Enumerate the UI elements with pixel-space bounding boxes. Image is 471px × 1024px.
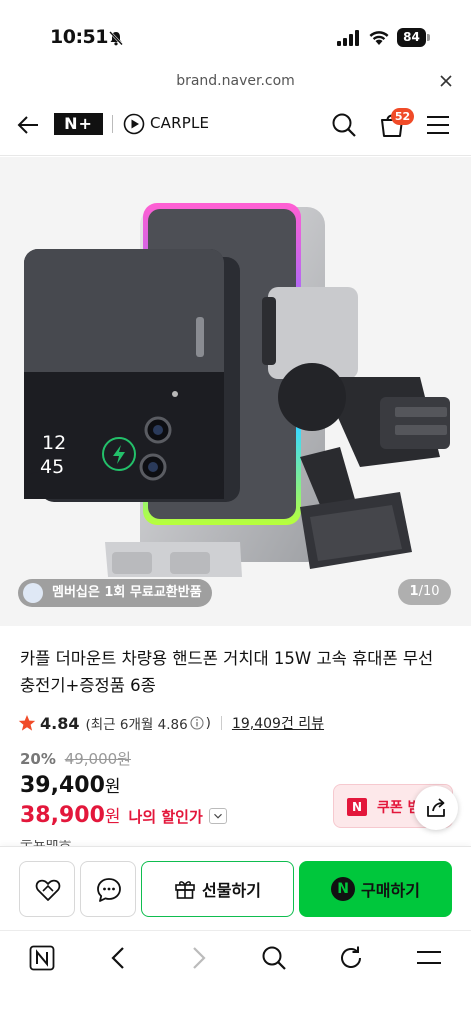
npay-icon: N	[331, 877, 356, 901]
battery-level: 84	[397, 28, 426, 47]
membership-badge: 멤버십은 1회 무료교환반품	[18, 579, 212, 607]
current-image-index: 1	[409, 584, 419, 599]
browser-search-icon[interactable]	[261, 945, 287, 971]
gift-icon	[175, 881, 195, 899]
membership-badge-icon	[23, 583, 43, 603]
star-icon	[18, 715, 36, 731]
gift-button[interactable]: 선물하기	[141, 861, 294, 917]
status-bar: 10:51 84	[0, 0, 471, 70]
header-divider	[112, 115, 113, 133]
menu-icon[interactable]	[426, 114, 450, 136]
purchase-action-bar: 선물하기 N 구매하기	[0, 846, 471, 930]
svg-text:12: 12	[42, 432, 66, 454]
status-time: 10:51	[50, 26, 108, 48]
buy-button[interactable]: N 구매하기	[299, 861, 452, 917]
membership-badge-text: 멤버십은 1회 무료교환반품	[52, 585, 202, 600]
url-text[interactable]: brand.naver.com	[0, 73, 471, 89]
bell-off-icon	[109, 31, 123, 46]
sale-price-currency: 원	[104, 777, 121, 797]
total-image-count: /10	[418, 584, 440, 599]
chat-icon	[97, 878, 121, 902]
my-price-value: 38,900	[20, 803, 105, 828]
close-icon[interactable]	[439, 74, 453, 88]
chevron-down-icon[interactable]	[208, 808, 227, 824]
svg-text:45: 45	[40, 456, 64, 478]
cart-count-badge: 52	[391, 108, 414, 125]
back-icon[interactable]	[16, 113, 40, 137]
share-icon	[427, 798, 445, 817]
cellular-signal-icon	[337, 30, 359, 46]
original-price: 49,000원	[64, 750, 131, 768]
sale-price: 39,400원	[20, 772, 121, 798]
brand-name[interactable]: CARPLE	[150, 114, 209, 132]
wishlist-button[interactable]	[19, 861, 75, 917]
product-title: 카플 더마운트 차량용 핸드폰 거치대 15W 고속 휴대폰 무선 충전기+증정…	[20, 649, 434, 695]
browser-back-icon[interactable]	[106, 945, 132, 971]
my-discount-price[interactable]: 38,900 원 나의 할인가	[20, 802, 227, 828]
naver-home-icon[interactable]	[29, 945, 55, 971]
rating-detail: (최근 6개월 4.86	[85, 717, 188, 733]
browser-toolbar	[0, 930, 471, 1024]
refresh-icon[interactable]	[338, 945, 364, 971]
info-icon[interactable]	[190, 716, 204, 730]
my-price-currency: 원	[104, 807, 121, 827]
rating-separator	[220, 716, 222, 730]
store-header: N+ CARPLE 52	[0, 96, 471, 156]
gift-button-label: 선물하기	[202, 881, 261, 900]
carple-logo-icon[interactable]	[123, 113, 145, 135]
heart-icon	[35, 879, 61, 901]
battery-tip	[427, 34, 430, 41]
buy-button-label: 구매하기	[361, 881, 420, 900]
discount-rate: 20%	[20, 750, 56, 768]
my-price-label: 나의 할인가	[128, 808, 203, 826]
browser-forward-icon[interactable]	[185, 945, 211, 971]
review-count-link[interactable]: 19,409건 리뷰	[232, 713, 324, 733]
rating-score: 4.84	[40, 713, 80, 733]
product-image-gallery[interactable]: 12 45 멤버십은 1회 무료교환반품 1/10	[0, 157, 471, 626]
share-button[interactable]	[414, 786, 458, 830]
url-bar[interactable]: brand.naver.com	[0, 70, 471, 96]
nplus-logo[interactable]: N+	[54, 113, 103, 135]
rating-detail-close: )	[205, 715, 211, 731]
naver-coupon-icon: N	[347, 798, 367, 816]
search-icon[interactable]	[331, 112, 357, 138]
browser-menu-icon[interactable]	[416, 945, 442, 971]
discount-row: 20% 49,000원	[20, 748, 131, 769]
battery-indicator: 84	[397, 28, 431, 47]
product-photo[interactable]: 12 45	[0, 157, 471, 626]
sale-price-value: 39,400	[20, 773, 105, 798]
image-page-counter: 1/10	[398, 579, 451, 605]
talk-button[interactable]	[80, 861, 136, 917]
wifi-icon	[369, 31, 389, 45]
rating-row[interactable]: 4.84 (최근 6개월 4.86 ) 19,409건 리뷰	[18, 712, 324, 734]
